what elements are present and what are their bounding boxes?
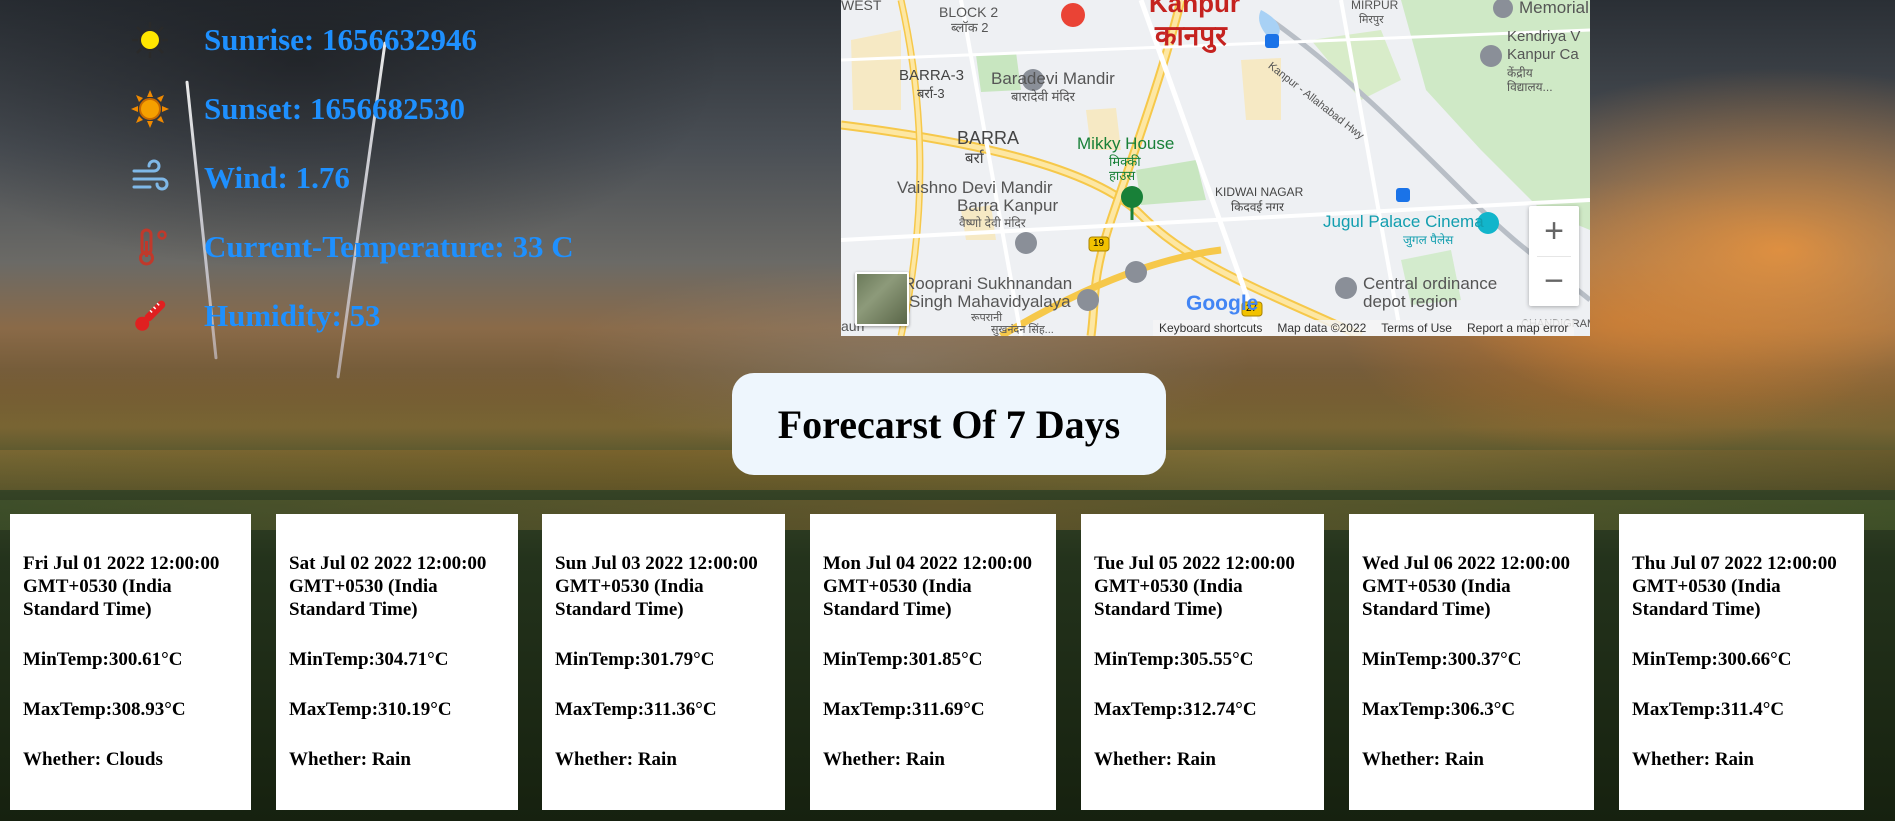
map-label: सुखनंदन सिंह... (991, 324, 1054, 336)
map-label: BARRA (957, 128, 1020, 148)
forecast-date: Sun Jul 03 2022 12:00:00 GMT+0530 (India… (555, 553, 758, 620)
forecast-min-temp: MinTemp:305.55°C (1094, 649, 1254, 670)
map-label: Kendriya V (1507, 28, 1581, 45)
map-label: Jugul Palace Cinema (1323, 212, 1484, 231)
forecast-title-box: Forecarst Of 7 Days (732, 373, 1166, 475)
zoom-in-button[interactable]: + (1529, 206, 1579, 256)
map-label: Kanpur Ca (1507, 46, 1579, 63)
map[interactable]: WEST BLOCK 2 ब्लॉक 2 Kanpur कानपुर MIRPU… (841, 0, 1590, 336)
sunset-icon (130, 89, 170, 129)
map-label: Rooprani Sukhnandan (903, 274, 1073, 293)
forecast-min-temp: MinTemp:304.71°C (289, 649, 449, 670)
map-label: बर्रा (965, 150, 984, 167)
map-label: हाउस (1109, 168, 1136, 183)
map-label: बारादेवी मंदिर (1011, 89, 1075, 104)
map-label: वैष्णो देवी मंदिर (959, 216, 1026, 230)
forecast-weather: Whether: Rain (823, 749, 945, 770)
forecast-date: Tue Jul 05 2022 12:00:00 GMT+0530 (India… (1094, 553, 1295, 620)
map-label: Barra Kanpur (957, 196, 1059, 215)
forecast-weather: Whether: Rain (1362, 749, 1484, 770)
google-logo[interactable]: Google (1186, 292, 1258, 316)
google-logo-text: Google (1186, 292, 1259, 315)
forecast-date: Wed Jul 06 2022 12:00:00 GMT+0530 (India… (1362, 553, 1570, 620)
humidity-text: Humidity: 53 (204, 298, 381, 333)
map-label: MIRPUR (1351, 0, 1399, 12)
sunrise-row: Sunrise: 1656632946 (130, 20, 477, 60)
forecast-max-temp: MaxTemp:311.4°C (1632, 699, 1785, 720)
forecast-min-temp: MinTemp:300.61°C (23, 649, 183, 670)
map-zoom-control: + − (1529, 206, 1579, 306)
map-label: Baradevi Mandir (991, 69, 1115, 88)
forecast-min-temp: MinTemp:301.79°C (555, 649, 715, 670)
map-label: Central ordinance (1363, 274, 1498, 293)
forecast-min-temp: MinTemp:300.66°C (1632, 649, 1792, 670)
map-label: मिरपुर (1359, 14, 1384, 26)
map-label: BARRA-3 (899, 67, 965, 84)
forecast-date: Fri Jul 01 2022 12:00:00 GMT+0530 (India… (23, 553, 220, 620)
forecast-weather: Whether: Rain (1632, 749, 1754, 770)
map-footer: Keyboard shortcuts Map data ©2022 Terms … (1153, 320, 1575, 336)
forecast-weather: Whether: Rain (289, 749, 411, 770)
map-label: WEST (841, 0, 882, 13)
sun-icon (130, 20, 170, 60)
forecast-card: Fri Jul 01 2022 12:00:00 GMT+0530 (India… (10, 514, 251, 810)
map-label: जुगल पैलेस (1403, 233, 1454, 247)
humidity-row: Humidity: 53 (130, 296, 381, 336)
forecast-date: Mon Jul 04 2022 12:00:00 GMT+0530 (India… (823, 553, 1032, 620)
sunrise-text: Sunrise: 1656632946 (204, 22, 477, 57)
wind-text: Wind: 1.76 (204, 160, 350, 195)
forecast-max-temp: MaxTemp:308.93°C (23, 699, 186, 720)
wind-icon (130, 158, 170, 198)
map-label: विद्यालय... (1507, 80, 1553, 94)
forecast-title: Forecarst Of 7 Days (777, 401, 1121, 447)
forecast-card: Sat Jul 02 2022 12:00:00 GMT+0530 (India… (276, 514, 518, 810)
temperature-row: Current-Temperature: 33 C (130, 227, 574, 267)
satellite-toggle-button[interactable] (855, 272, 909, 326)
forecast-weather: Whether: Clouds (23, 749, 163, 770)
keyboard-shortcuts-link[interactable]: Keyboard shortcuts (1159, 321, 1262, 335)
zoom-out-button[interactable]: − (1529, 256, 1579, 306)
map-data-text: Map data ©2022 (1277, 321, 1367, 335)
humidity-thermometer-icon (130, 296, 170, 336)
map-label: बर्रा-3 (917, 86, 945, 101)
forecast-card: Tue Jul 05 2022 12:00:00 GMT+0530 (India… (1081, 514, 1324, 810)
temperature-text: Current-Temperature: 33 C (204, 229, 574, 264)
forecast-max-temp: MaxTemp:312.74°C (1094, 699, 1257, 720)
forecast-min-temp: MinTemp:301.85°C (823, 649, 983, 670)
map-label: किदवई नगर (1231, 200, 1284, 214)
thermometer-icon (130, 227, 170, 267)
map-label: Vaishno Devi Mandir (897, 178, 1053, 197)
forecast-card: Sun Jul 03 2022 12:00:00 GMT+0530 (India… (542, 514, 785, 810)
forecast-max-temp: MaxTemp:306.3°C (1362, 699, 1516, 720)
forecast-weather: Whether: Rain (555, 749, 677, 770)
forecast-min-temp: MinTemp:300.37°C (1362, 649, 1522, 670)
map-label: Memorial Chu (1519, 0, 1590, 17)
forecast-max-temp: MaxTemp:311.36°C (555, 699, 717, 720)
forecast-weather: Whether: Rain (1094, 749, 1216, 770)
map-road-shield: 19 (1093, 238, 1105, 249)
report-map-error-link[interactable]: Report a map error (1467, 321, 1568, 335)
forecast-card: Mon Jul 04 2022 12:00:00 GMT+0530 (India… (810, 514, 1056, 810)
forecast-date: Sat Jul 02 2022 12:00:00 GMT+0530 (India… (289, 553, 487, 620)
map-label: depot region (1363, 292, 1458, 311)
forecast-date: Thu Jul 07 2022 12:00:00 GMT+0530 (India… (1632, 553, 1837, 620)
wind-row: Wind: 1.76 (130, 158, 350, 198)
forecast-card: Thu Jul 07 2022 12:00:00 GMT+0530 (India… (1619, 514, 1864, 810)
map-label: Mikky House (1077, 134, 1175, 153)
forecast-max-temp: MaxTemp:310.19°C (289, 699, 452, 720)
terms-of-use-link[interactable]: Terms of Use (1381, 321, 1452, 335)
map-label: Singh Mahavidyalaya (909, 292, 1071, 311)
map-label: KIDWAI NAGAR (1215, 185, 1304, 199)
map-label: कानपुर (1155, 20, 1227, 51)
sunset-row: Sunset: 1656682530 (130, 89, 465, 129)
map-label: ब्लॉक 2 (951, 20, 989, 35)
sunset-text: Sunset: 1656682530 (204, 91, 465, 126)
forecast-card: Wed Jul 06 2022 12:00:00 GMT+0530 (India… (1349, 514, 1594, 810)
forecast-max-temp: MaxTemp:311.69°C (823, 699, 985, 720)
